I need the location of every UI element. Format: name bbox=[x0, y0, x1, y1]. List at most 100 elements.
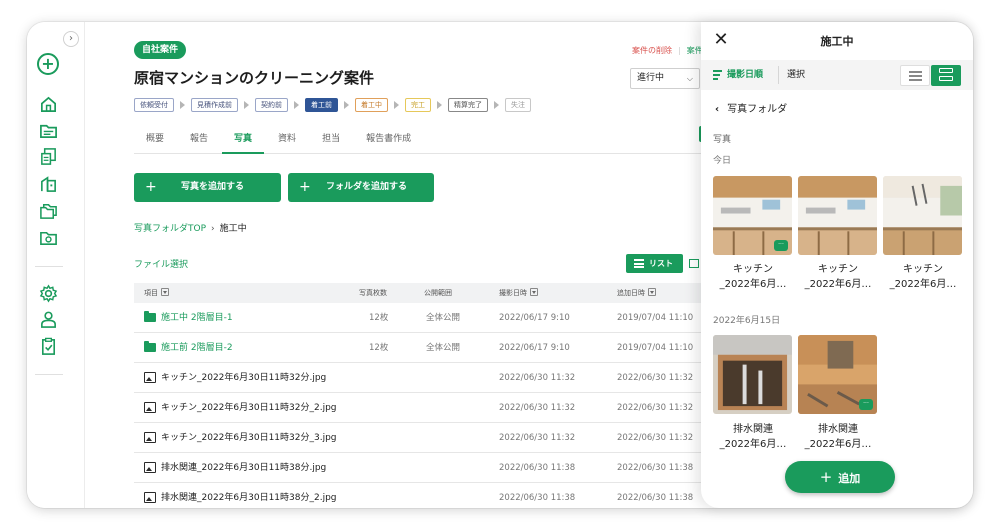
progress-step[interactable]: 着工前 bbox=[305, 98, 338, 112]
select-button[interactable]: 選択 bbox=[787, 60, 805, 90]
tab-4[interactable]: 担当 bbox=[310, 126, 352, 154]
chevron-right-icon[interactable]: › bbox=[63, 31, 79, 47]
home-icon[interactable] bbox=[39, 95, 58, 114]
add-icon[interactable]: + bbox=[37, 53, 59, 75]
add-photo-fab[interactable]: + 追加 bbox=[785, 461, 895, 493]
building-icon[interactable] bbox=[39, 174, 58, 193]
back-label: 写真フォルダ bbox=[727, 104, 788, 115]
photo-caption-line-2: _2022年6月… bbox=[719, 279, 787, 290]
progress-step[interactable]: 契約前 bbox=[255, 98, 288, 112]
table-row[interactable]: キッチン_2022年6月30日11時32分.jpg 2022/06/30 11:3… bbox=[134, 363, 704, 393]
row-name[interactable]: キッチン_2022年6月30日11時32分.jpg bbox=[161, 363, 326, 393]
column-header-date[interactable]: 撮影日時 bbox=[499, 283, 538, 303]
row-photo-count: 12枚 bbox=[369, 343, 389, 353]
chevron-down-icon: ⌵ bbox=[686, 74, 693, 83]
list-view-toggle[interactable] bbox=[900, 65, 930, 86]
tab-1[interactable]: 報告 bbox=[178, 126, 220, 154]
photo-thumbnail[interactable] bbox=[883, 176, 962, 255]
row-taken-date: 2022/06/30 11:38 bbox=[499, 493, 576, 503]
add-photo-button[interactable]: + 写真を追加する bbox=[134, 173, 281, 202]
tab-3[interactable]: 資料 bbox=[266, 126, 308, 154]
column-header-added[interactable]: 追加日時 bbox=[617, 283, 656, 303]
add-label: 追加 bbox=[838, 472, 861, 485]
status-select[interactable]: 進行中 ⌵ bbox=[630, 68, 700, 89]
step-arrow-icon bbox=[394, 101, 399, 109]
row-taken-date: 2022/06/17 9:10 bbox=[499, 343, 570, 353]
photo-caption: 排水関連 _2022年6月… bbox=[796, 422, 880, 452]
sort-order-button[interactable]: 撮影日順 bbox=[727, 60, 763, 90]
step-arrow-icon bbox=[294, 101, 299, 109]
table-row[interactable]: キッチン_2022年6月30日11時32分_2.jpg 2022/06/30 11… bbox=[134, 393, 704, 423]
row-name[interactable]: 施工中 2階層目-1 bbox=[161, 303, 233, 333]
photo-thumbnail[interactable]: ··· bbox=[798, 335, 877, 414]
row-added-date: 2019/07/04 11:10 bbox=[617, 313, 694, 323]
photo-folder-icon[interactable] bbox=[39, 228, 58, 247]
photo-caption: キッチン _2022年6月… bbox=[881, 262, 965, 292]
add-photo-label: 写真を追加する bbox=[181, 182, 245, 192]
card-view-icon bbox=[689, 259, 699, 268]
photo-caption-line-1: キッチン bbox=[733, 264, 773, 275]
folder-icon[interactable] bbox=[39, 201, 58, 220]
image-file-icon bbox=[144, 402, 156, 413]
case-list-icon[interactable] bbox=[39, 121, 58, 140]
sort-icon[interactable] bbox=[161, 288, 169, 296]
tab-0[interactable]: 概要 bbox=[134, 126, 176, 154]
progress-step[interactable]: 依頼受付 bbox=[134, 98, 174, 112]
card-view-button[interactable] bbox=[687, 254, 701, 273]
row-name[interactable]: キッチン_2022年6月30日11時32分_3.jpg bbox=[161, 423, 337, 453]
row-name[interactable]: 排水関連_2022年6月30日11時38分_2.jpg bbox=[161, 483, 337, 508]
add-folder-button[interactable]: + フォルダを追加する bbox=[288, 173, 434, 202]
sort-order-icon[interactable] bbox=[713, 70, 722, 80]
photo-caption: キッチン _2022年6月… bbox=[796, 262, 880, 292]
list-view-button[interactable]: リスト bbox=[626, 254, 683, 273]
tab-2[interactable]: 写真 bbox=[222, 126, 265, 154]
chevron-right-icon: › bbox=[211, 224, 215, 234]
user-icon[interactable] bbox=[39, 310, 58, 329]
row-added-date: 2022/06/30 11:32 bbox=[617, 403, 694, 413]
back-to-folder[interactable]: ‹ 写真フォルダ bbox=[715, 100, 787, 115]
progress-step[interactable]: 完工 bbox=[405, 98, 431, 112]
row-taken-date: 2022/06/30 11:32 bbox=[499, 403, 576, 413]
row-photo-count: 12枚 bbox=[369, 313, 389, 323]
progress-step[interactable]: 見積作成前 bbox=[191, 98, 238, 112]
row-added-date: 2022/06/30 11:32 bbox=[617, 433, 694, 443]
checklist-icon[interactable] bbox=[39, 337, 58, 356]
photo-thumbnail[interactable] bbox=[713, 335, 792, 414]
image-file-icon bbox=[144, 372, 156, 383]
column-header-name[interactable]: 項目 bbox=[144, 283, 169, 303]
row-added-date: 2019/07/04 11:10 bbox=[617, 343, 694, 353]
progress-step[interactable]: 着工中 bbox=[355, 98, 388, 112]
progress-step[interactable]: 精算完了 bbox=[448, 98, 488, 112]
photo-caption-line-2: _2022年6月… bbox=[719, 439, 787, 450]
breadcrumb-root-link[interactable]: 写真フォルダTOP bbox=[134, 224, 206, 234]
row-name[interactable]: キッチン_2022年6月30日11時32分_2.jpg bbox=[161, 393, 337, 423]
image-file-icon bbox=[144, 462, 156, 473]
table-row[interactable]: 施工前 2階層目-2 12枚 全体公開 2022/06/17 9:10 2019/07/… bbox=[134, 333, 704, 363]
table-row[interactable]: 施工中 2階層目-1 12枚 全体公開 2022/06/17 9:10 2019/07/… bbox=[134, 303, 704, 333]
table-row[interactable]: 排水関連_2022年6月30日11時38分.jpg 2022/06/30 11:3… bbox=[134, 453, 704, 483]
table-row[interactable]: キッチン_2022年6月30日11時32分_3.jpg 2022/06/30 11… bbox=[134, 423, 704, 453]
card-view-toggle[interactable] bbox=[931, 65, 961, 86]
sort-icon[interactable] bbox=[530, 288, 538, 296]
column-header-count: 写真枚数 bbox=[359, 289, 387, 297]
step-arrow-icon bbox=[344, 101, 349, 109]
row-name[interactable]: 排水関連_2022年6月30日11時38分.jpg bbox=[161, 453, 326, 483]
sort-icon[interactable] bbox=[648, 288, 656, 296]
row-name[interactable]: 施工前 2階層目-2 bbox=[161, 333, 233, 363]
progress-step[interactable]: 失注 bbox=[505, 98, 531, 112]
tab-5[interactable]: 報告書作成 bbox=[354, 126, 423, 154]
photo-caption: 排水関連 _2022年6月… bbox=[711, 422, 795, 452]
delete-case-link[interactable]: 案件の削除 bbox=[632, 46, 672, 55]
comment-icon: ··· bbox=[774, 240, 788, 251]
panel-header: ✕ 施工中 bbox=[701, 22, 973, 60]
photo-thumbnail[interactable]: ··· bbox=[713, 176, 792, 255]
table-row[interactable]: 排水関連_2022年6月30日11時38分_2.jpg 2022/06/30 11… bbox=[134, 483, 704, 508]
status-value: 進行中 bbox=[637, 73, 665, 83]
photo-thumbnail[interactable] bbox=[798, 176, 877, 255]
file-select-link[interactable]: ファイル選択 bbox=[134, 257, 188, 270]
row-taken-date: 2022/06/30 11:32 bbox=[499, 433, 576, 443]
breadcrumb-current: 施工中 bbox=[219, 224, 247, 234]
comment-icon: ··· bbox=[859, 399, 873, 410]
settings-icon[interactable] bbox=[39, 284, 58, 303]
document-icon[interactable] bbox=[39, 147, 58, 166]
